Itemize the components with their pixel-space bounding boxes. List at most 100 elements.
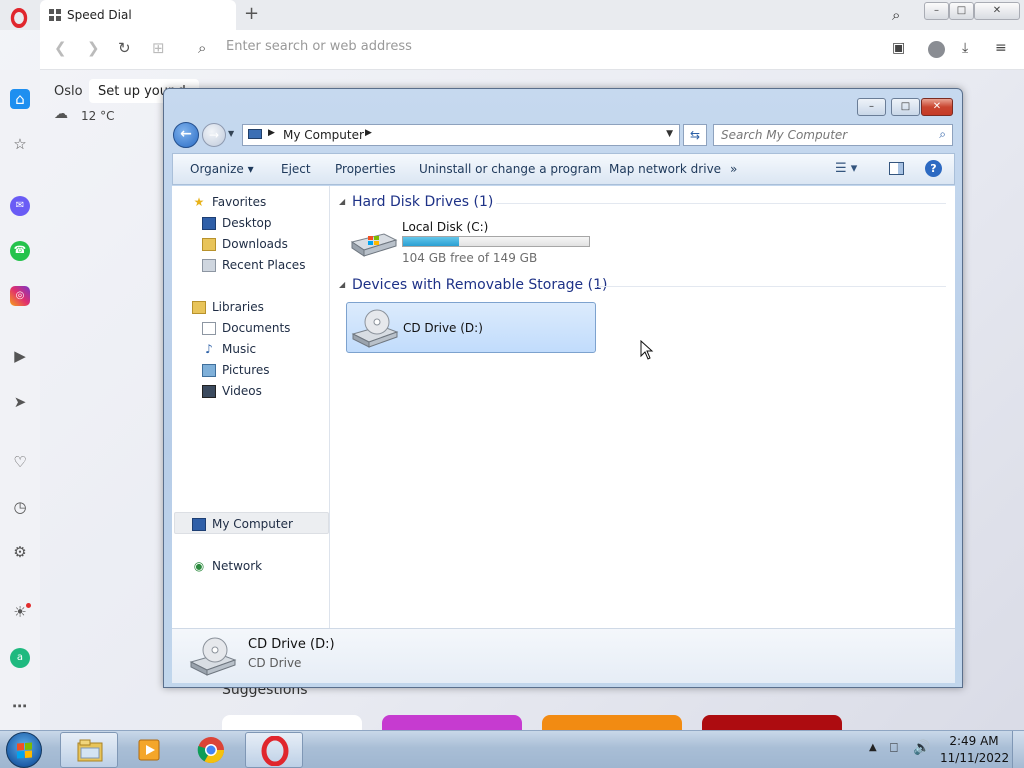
group-header-hard-disk-drives[interactable]: Hard Disk Drives (1) bbox=[352, 194, 493, 210]
address-dropdown-icon[interactable]: ▼ bbox=[666, 129, 673, 139]
network-globe-icon: ◉ bbox=[193, 559, 205, 573]
browser-sidebar: ⌂ ☆ ✉ ☎ ◎ ▶ ➤ ♡ ◷ ⚙ ☀ a ⋯ bbox=[0, 70, 40, 730]
properties-button[interactable]: Properties bbox=[335, 162, 396, 176]
snapshot-camera-icon[interactable]: ▣ bbox=[892, 40, 905, 56]
explorer-search-box[interactable]: ⌕ bbox=[713, 124, 953, 146]
nav-music[interactable]: Music bbox=[222, 342, 256, 356]
breadcrumb-arrow-icon[interactable]: ▶ bbox=[365, 128, 372, 138]
clock-time[interactable]: 2:49 AM bbox=[946, 734, 1002, 748]
favorites-star-icon: ★ bbox=[193, 195, 205, 209]
taskbar-chrome-button[interactable] bbox=[182, 732, 240, 768]
nav-desktop[interactable]: Desktop bbox=[222, 216, 272, 230]
whatsapp-icon[interactable]: ☎ bbox=[10, 241, 30, 261]
volume-icon[interactable]: 🔊 bbox=[913, 740, 930, 756]
nav-network[interactable]: Network bbox=[212, 559, 262, 573]
refresh-icon[interactable]: ⇆ bbox=[683, 124, 707, 146]
nav-libraries[interactable]: Libraries bbox=[212, 300, 264, 314]
tab-snapshot-icon[interactable]: ⊞ bbox=[152, 39, 165, 57]
explorer-search-input[interactable] bbox=[721, 128, 921, 142]
recent-pages-chevron-icon[interactable]: ▼ bbox=[228, 129, 234, 138]
map-network-drive-button[interactable]: Map network drive bbox=[609, 162, 721, 176]
explorer-maximize-button[interactable]: □ bbox=[891, 98, 920, 116]
group-header-removable-storage[interactable]: Devices with Removable Storage (1) bbox=[352, 277, 607, 293]
instagram-icon[interactable]: ◎ bbox=[10, 286, 30, 306]
browser-minimize-button[interactable]: – bbox=[924, 2, 949, 20]
browser-restore-button[interactable]: □ bbox=[949, 2, 974, 20]
collapse-arrow-icon[interactable]: ◢ bbox=[339, 280, 345, 289]
nav-downloads[interactable]: Downloads bbox=[222, 237, 288, 251]
preview-pane-icon[interactable] bbox=[889, 162, 904, 175]
collapse-arrow-icon[interactable]: ◢ bbox=[339, 197, 345, 206]
new-tab-button[interactable]: + bbox=[244, 3, 259, 24]
tab-speed-dial[interactable]: Speed Dial bbox=[40, 0, 236, 30]
network-status-icon[interactable]: ⎕ bbox=[890, 741, 898, 756]
player-icon[interactable]: ▶ bbox=[10, 346, 30, 366]
start-button[interactable] bbox=[6, 732, 42, 768]
nav-documents[interactable]: Documents bbox=[222, 321, 290, 335]
nav-videos[interactable]: Videos bbox=[222, 384, 262, 398]
easy-setup-icon[interactable]: ≡ bbox=[995, 40, 1007, 56]
nav-my-computer[interactable]: My Computer bbox=[212, 517, 293, 531]
pinboards-heart-icon[interactable]: ♡ bbox=[10, 452, 30, 472]
organize-button[interactable]: Organize ▾ bbox=[190, 162, 254, 176]
music-note-icon: ♪ bbox=[205, 342, 213, 356]
windows-logo-icon bbox=[17, 742, 32, 759]
settings-gear-icon[interactable]: ⚙ bbox=[10, 542, 30, 562]
uninstall-program-button[interactable]: Uninstall or change a program bbox=[419, 162, 602, 176]
help-icon[interactable]: ? bbox=[925, 160, 942, 177]
speed-dial-icon bbox=[49, 9, 61, 21]
eject-button[interactable]: Eject bbox=[281, 162, 311, 176]
opera-menu-icon[interactable] bbox=[10, 8, 28, 28]
explorer-window: – □ ✕ ← → ▼ ▶ My Computer ▶ ▼ ⇆ ⌕ Organi… bbox=[163, 88, 963, 688]
explorer-back-icon[interactable]: ← bbox=[173, 122, 199, 148]
explorer-minimize-button[interactable]: – bbox=[857, 98, 886, 116]
taskbar-explorer-button[interactable] bbox=[60, 732, 118, 768]
computer-icon bbox=[192, 518, 206, 531]
forward-icon[interactable]: ❯ bbox=[87, 39, 100, 57]
weather-temperature: 12 °C bbox=[81, 109, 115, 123]
home-icon[interactable]: ⌂ bbox=[10, 89, 30, 109]
tab-search-icon[interactable]: ⌕ bbox=[892, 6, 900, 24]
group-divider bbox=[596, 286, 946, 287]
details-pane: CD Drive (D:) CD Drive bbox=[172, 628, 955, 683]
media-player-icon bbox=[138, 739, 160, 761]
bookmarks-star-icon[interactable]: ☆ bbox=[10, 134, 30, 154]
messenger-icon[interactable]: ✉ bbox=[10, 196, 30, 216]
clock-date[interactable]: 11/11/2022 bbox=[940, 751, 1009, 765]
show-desktop-button[interactable] bbox=[1012, 731, 1024, 768]
show-hidden-icons-icon[interactable]: ▲ bbox=[869, 742, 877, 753]
weather-city: Oslo bbox=[54, 84, 83, 99]
taskbar-media-player-button[interactable] bbox=[121, 732, 179, 768]
nav-pictures[interactable]: Pictures bbox=[222, 363, 270, 377]
history-clock-icon[interactable]: ◷ bbox=[10, 497, 30, 517]
drive-usage-fill bbox=[403, 237, 460, 246]
breadcrumb-arrow-icon[interactable]: ▶ bbox=[268, 128, 275, 138]
taskbar-opera-button[interactable] bbox=[245, 732, 303, 768]
breadcrumb-my-computer[interactable]: My Computer bbox=[283, 128, 364, 142]
navigation-pane: ★ Favorites Desktop Downloads Recent Pla… bbox=[172, 186, 330, 628]
search-icon[interactable]: ⌕ bbox=[939, 127, 946, 142]
desktop-icon bbox=[202, 217, 216, 230]
browser-close-button[interactable]: ✕ bbox=[974, 2, 1020, 20]
explorer-forward-icon[interactable]: → bbox=[202, 123, 226, 147]
more-commands-button[interactable]: » bbox=[730, 162, 737, 176]
reload-icon[interactable]: ↻ bbox=[118, 39, 131, 57]
change-view-icon[interactable]: ☰ ▾ bbox=[835, 161, 857, 176]
back-icon[interactable]: ❮ bbox=[54, 39, 67, 57]
download-icon[interactable]: ⤓ bbox=[962, 40, 968, 56]
documents-icon bbox=[202, 322, 216, 335]
my-flow-send-icon[interactable]: ➤ bbox=[10, 392, 30, 412]
command-bar: Organize ▾ Eject Properties Uninstall or… bbox=[172, 153, 955, 185]
explorer-address-bar[interactable]: ▶ My Computer ▶ ▼ bbox=[242, 124, 680, 146]
explorer-close-button[interactable]: ✕ bbox=[921, 98, 953, 116]
aria-icon[interactable]: a bbox=[10, 648, 30, 668]
nav-favorites[interactable]: Favorites bbox=[212, 195, 266, 209]
content-pane: ◢ Hard Disk Drives (1) Local Disk (C:) 1… bbox=[330, 186, 955, 628]
videos-film-icon bbox=[202, 385, 216, 398]
details-item-type: CD Drive bbox=[248, 656, 302, 670]
profile-avatar-icon[interactable] bbox=[928, 41, 945, 58]
address-bar-input[interactable] bbox=[226, 39, 826, 54]
more-icon[interactable]: ⋯ bbox=[10, 696, 30, 716]
nav-recent-places[interactable]: Recent Places bbox=[222, 258, 305, 272]
drive-item-cd-drive-d[interactable]: CD Drive (D:) bbox=[346, 302, 596, 353]
